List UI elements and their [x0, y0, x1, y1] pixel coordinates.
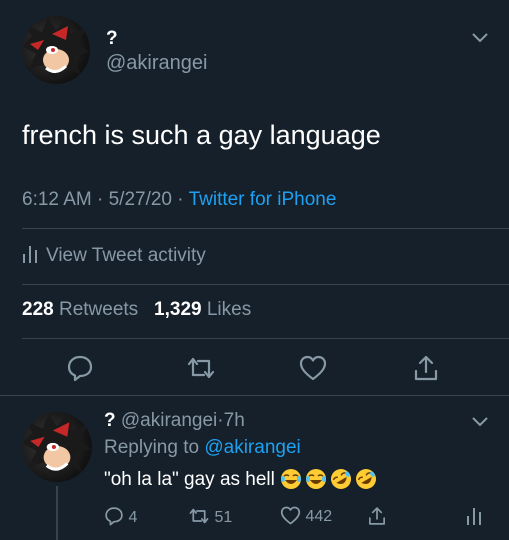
replying-to: Replying to @akirangei: [104, 437, 301, 459]
likes-count: 1,329: [154, 299, 202, 320]
like-action[interactable]: 442: [280, 506, 332, 526]
thread-line: [56, 486, 58, 540]
share-icon[interactable]: [412, 354, 440, 382]
author-name[interactable]: ?: [106, 28, 118, 50]
reply-icon[interactable]: [66, 354, 94, 382]
share-icon[interactable]: [367, 506, 387, 526]
view-tweet-activity-label: View Tweet activity: [46, 245, 206, 266]
replying-to-handle[interactable]: @akirangei: [204, 437, 300, 458]
reply-text: "oh la la" gay as hell: [104, 469, 275, 490]
reply-age[interactable]: 7h: [224, 410, 245, 431]
tweet-date: 5/27/20: [108, 189, 173, 210]
crying-laughing-emoji: [280, 468, 302, 496]
reply-text-line: "oh la la" gay as hell: [104, 468, 377, 496]
divider: [22, 338, 509, 339]
tweet-text: french is such a gay language: [22, 120, 381, 150]
meta-separator: ·: [177, 189, 184, 210]
avatar[interactable]: [22, 16, 90, 84]
section-divider: [0, 395, 509, 396]
meta-separator: ·: [97, 189, 104, 210]
reply-count: 4: [128, 509, 138, 526]
divider: [22, 284, 509, 285]
rofl-emoji: [355, 468, 377, 496]
rofl-emoji: [330, 468, 352, 496]
retweet-count: 51: [214, 509, 233, 526]
retweets-label: Retweets: [58, 299, 139, 320]
retweet-icon[interactable]: [186, 354, 216, 382]
author-handle[interactable]: @akirangei: [106, 52, 207, 75]
reply-action[interactable]: 4: [104, 506, 137, 527]
retweets-stat[interactable]: 228 Retweets: [22, 299, 138, 320]
retweet-icon: [188, 506, 210, 526]
view-tweet-activity-link[interactable]: View Tweet activity: [22, 244, 206, 267]
heart-icon: [280, 506, 301, 525]
reply-icon: [104, 506, 124, 526]
tweet-source-link[interactable]: Twitter for iPhone: [189, 189, 337, 210]
reply-header: ? @akirangei·7h: [104, 410, 245, 432]
divider: [22, 228, 509, 229]
likes-stat[interactable]: 1,329 Likes: [154, 299, 251, 320]
retweets-count: 228: [22, 299, 54, 320]
like-count: 442: [305, 508, 333, 525]
reply-avatar[interactable]: [22, 412, 92, 482]
analytics-icon: [22, 244, 38, 264]
crying-laughing-emoji: [305, 468, 327, 496]
tweet-stats: 228 Retweets 1,329 Likes: [22, 299, 251, 321]
reply-author-handle[interactable]: @akirangei: [121, 410, 217, 431]
replying-to-label: Replying to: [104, 437, 200, 458]
heart-icon[interactable]: [299, 355, 327, 381]
chevron-down-icon[interactable]: [472, 414, 488, 432]
retweet-action[interactable]: 51: [188, 506, 232, 527]
tweet-meta: 6:12 AM · 5/27/20 · Twitter for iPhone: [22, 189, 336, 211]
reply-author-name[interactable]: ?: [104, 410, 116, 431]
likes-label: Likes: [206, 299, 252, 320]
analytics-icon[interactable]: [466, 506, 482, 526]
tweet-time: 6:12 AM: [22, 189, 92, 210]
chevron-down-icon[interactable]: [472, 30, 488, 48]
